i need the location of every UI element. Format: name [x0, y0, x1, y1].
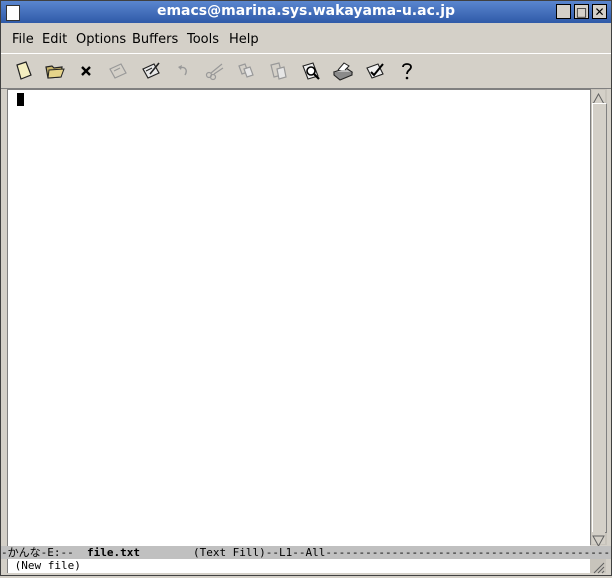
text-cursor: [17, 93, 24, 106]
window-title: emacs@marina.sys.wakayama-u.ac.jp: [156, 3, 456, 19]
preferences-icon: [366, 63, 384, 79]
close-icon: ✕: [594, 5, 605, 19]
cut-icon: [205, 63, 224, 81]
scroll-up-arrow[interactable]: [592, 90, 605, 105]
menu-options[interactable]: Options: [76, 32, 126, 47]
paste-button[interactable]: [265, 58, 291, 84]
print-button[interactable]: [330, 58, 356, 84]
left-fringe: [8, 90, 16, 546]
menu-help[interactable]: Help: [229, 32, 259, 47]
close-buffer-icon: [81, 66, 91, 76]
menu-buffers[interactable]: Buffers: [132, 32, 178, 47]
minibuffer[interactable]: (New file): [7, 559, 590, 573]
maximize-button[interactable]: □: [574, 4, 589, 19]
modeline-status: -かんな-E:--: [1, 546, 87, 559]
close-buffer-button[interactable]: [73, 58, 99, 84]
mode-line[interactable]: -かんな-E:-- file.txt (Text Fill)--L1--All-…: [1, 546, 611, 559]
modeline-buffer-name[interactable]: file.txt: [87, 546, 140, 559]
paste-icon: [270, 62, 287, 80]
undo-icon: [178, 65, 187, 76]
minimize-button[interactable]: _: [556, 4, 571, 19]
open-file-button[interactable]: [42, 58, 68, 84]
resize-grip-icon: [593, 562, 605, 574]
print-icon: [332, 62, 354, 81]
search-icon: [302, 62, 320, 80]
new-file-button[interactable]: [11, 58, 37, 84]
copy-button[interactable]: [233, 58, 259, 84]
preferences-button[interactable]: [362, 58, 388, 84]
vertical-scrollbar[interactable]: [590, 89, 607, 548]
copy-icon: [238, 63, 254, 78]
close-button[interactable]: ✕: [592, 4, 607, 19]
save-icon: [109, 63, 127, 79]
save-button[interactable]: [105, 58, 131, 84]
search-button[interactable]: [298, 58, 324, 84]
save-as-icon: [142, 62, 160, 79]
new-file-icon: [16, 61, 32, 80]
editor-text-area[interactable]: [7, 89, 590, 546]
scroll-down-arrow[interactable]: [592, 532, 605, 548]
save-as-button[interactable]: [138, 58, 164, 84]
scroll-thumb[interactable]: [592, 103, 607, 533]
menu-tools[interactable]: Tools: [187, 32, 219, 47]
help-button[interactable]: [394, 58, 420, 84]
menu-bar: File Edit Options Buffers Tools Help: [1, 27, 611, 51]
menu-file[interactable]: File: [12, 32, 34, 47]
emacs-window: emacs@marina.sys.wakayama-u.ac.jp _ □ ✕ …: [0, 0, 612, 576]
minibuffer-message: (New file): [8, 559, 81, 572]
title-bar[interactable]: emacs@marina.sys.wakayama-u.ac.jp _ □ ✕: [1, 1, 611, 23]
menu-edit[interactable]: Edit: [42, 32, 67, 47]
cut-button[interactable]: [201, 58, 227, 84]
modeline-mode-info: (Text Fill)--L1--All--------------------…: [139, 546, 611, 559]
minimize-icon: _: [560, 5, 567, 19]
open-folder-icon: [45, 65, 65, 79]
tool-bar: [1, 53, 611, 89]
undo-button[interactable]: [170, 58, 196, 84]
help-icon: [402, 63, 412, 80]
maximize-icon: □: [575, 5, 588, 19]
resize-grip[interactable]: [590, 559, 606, 574]
